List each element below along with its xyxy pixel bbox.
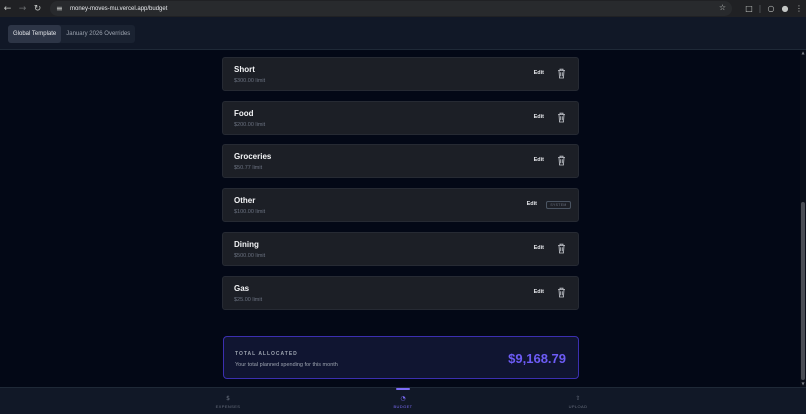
total-subtitle: Your total planned spending for this mon… [235, 362, 338, 368]
category-name: Groceries [234, 152, 272, 161]
edit-button[interactable]: Edit [534, 70, 544, 76]
tab-global-template[interactable]: Global Template [8, 25, 62, 43]
trash-icon[interactable] [557, 287, 566, 298]
active-indicator [396, 388, 410, 390]
nav-item-expenses[interactable]: $ EXPENSES [188, 388, 268, 414]
scrollbar[interactable]: ▲ ▼ [800, 50, 806, 387]
trash-icon[interactable] [557, 243, 566, 254]
category-card: Groceries $50.77 limit Edit [222, 144, 579, 178]
category-limit: $50.77 limit [234, 165, 263, 171]
category-name: Food [234, 109, 254, 118]
reload-icon[interactable]: ↻ [30, 0, 45, 17]
category-card: Dining $500.00 limit Edit [222, 232, 579, 266]
total-label: TOTAL ALLOCATED [235, 351, 298, 357]
site-info-icon[interactable]: ≡ [56, 4, 67, 13]
category-card: Short $300.00 limit Edit [222, 57, 579, 91]
upload-icon: ⇧ [575, 395, 581, 402]
category-name: Short [234, 65, 255, 74]
nav-label: EXPENSES [215, 404, 241, 409]
category-card: Gas $25.00 limit Edit [222, 276, 579, 310]
system-badge: SYSTEM [546, 201, 571, 209]
nav-item-upload[interactable]: ⇧ UPLOAD [538, 388, 618, 414]
bookmark-star-icon[interactable]: ☆ [719, 3, 726, 12]
nav-label: UPLOAD [568, 404, 588, 409]
nav-label: BUDGET [393, 404, 413, 409]
bottom-nav: $ EXPENSES ◔ BUDGET ⇧ UPLOAD [0, 387, 806, 414]
category-name: Gas [234, 284, 250, 293]
category-limit: $25.00 limit [234, 297, 263, 303]
toolbar-divider: | [758, 4, 762, 13]
scroll-up-icon[interactable]: ▲ [800, 50, 806, 56]
forward-icon[interactable]: → [15, 0, 30, 17]
category-limit: $500.00 limit [234, 253, 266, 259]
category-limit: $200.00 limit [234, 122, 266, 128]
budget-content: Short $300.00 limit Edit Food $200.00 li… [0, 50, 800, 387]
category-name: Other [234, 196, 256, 205]
profile-icon[interactable]: ● [778, 4, 792, 13]
browser-toolbar: ← → ↻ ≡ money-moves-mu.vercel.app/budget… [0, 0, 806, 17]
nav-item-budget[interactable]: ◔ BUDGET [363, 388, 443, 414]
url-text: money-moves-mu.vercel.app/budget [70, 5, 168, 12]
menu-icon[interactable]: ⋮ [792, 4, 806, 13]
edit-button[interactable]: Edit [534, 114, 544, 120]
category-card: Other $100.00 limit Edit SYSTEM [222, 188, 579, 222]
edit-button[interactable]: Edit [534, 289, 544, 295]
category-name: Dining [234, 240, 259, 249]
edit-button[interactable]: Edit [534, 245, 544, 251]
tab-january-overrides[interactable]: January 2026 Overrides [61, 25, 135, 43]
app-header: Global Template January 2026 Overrides [0, 17, 806, 50]
trash-icon[interactable] [557, 155, 566, 166]
edit-button[interactable]: Edit [527, 201, 537, 207]
dollar-icon: $ [226, 395, 230, 402]
budget-tabs: Global Template January 2026 Overrides [8, 25, 136, 43]
edit-button[interactable]: Edit [534, 157, 544, 163]
scrollbar-thumb[interactable] [801, 202, 805, 380]
back-icon[interactable]: ← [0, 0, 15, 17]
tab-search-icon[interactable]: ○ [764, 4, 778, 13]
total-allocated-card: TOTAL ALLOCATED Your total planned spend… [223, 336, 579, 379]
category-limit: $300.00 limit [234, 78, 266, 84]
category-card: Food $200.00 limit Edit [222, 101, 579, 135]
total-amount: $9,168.79 [508, 351, 566, 366]
trash-icon[interactable] [557, 68, 566, 79]
budget-icon: ◔ [400, 395, 406, 402]
category-limit: $100.00 limit [234, 209, 266, 215]
address-bar[interactable]: ≡ money-moves-mu.vercel.app/budget ☆ [50, 1, 732, 16]
trash-icon[interactable] [557, 112, 566, 123]
extensions-icon[interactable]: □ [742, 4, 756, 13]
